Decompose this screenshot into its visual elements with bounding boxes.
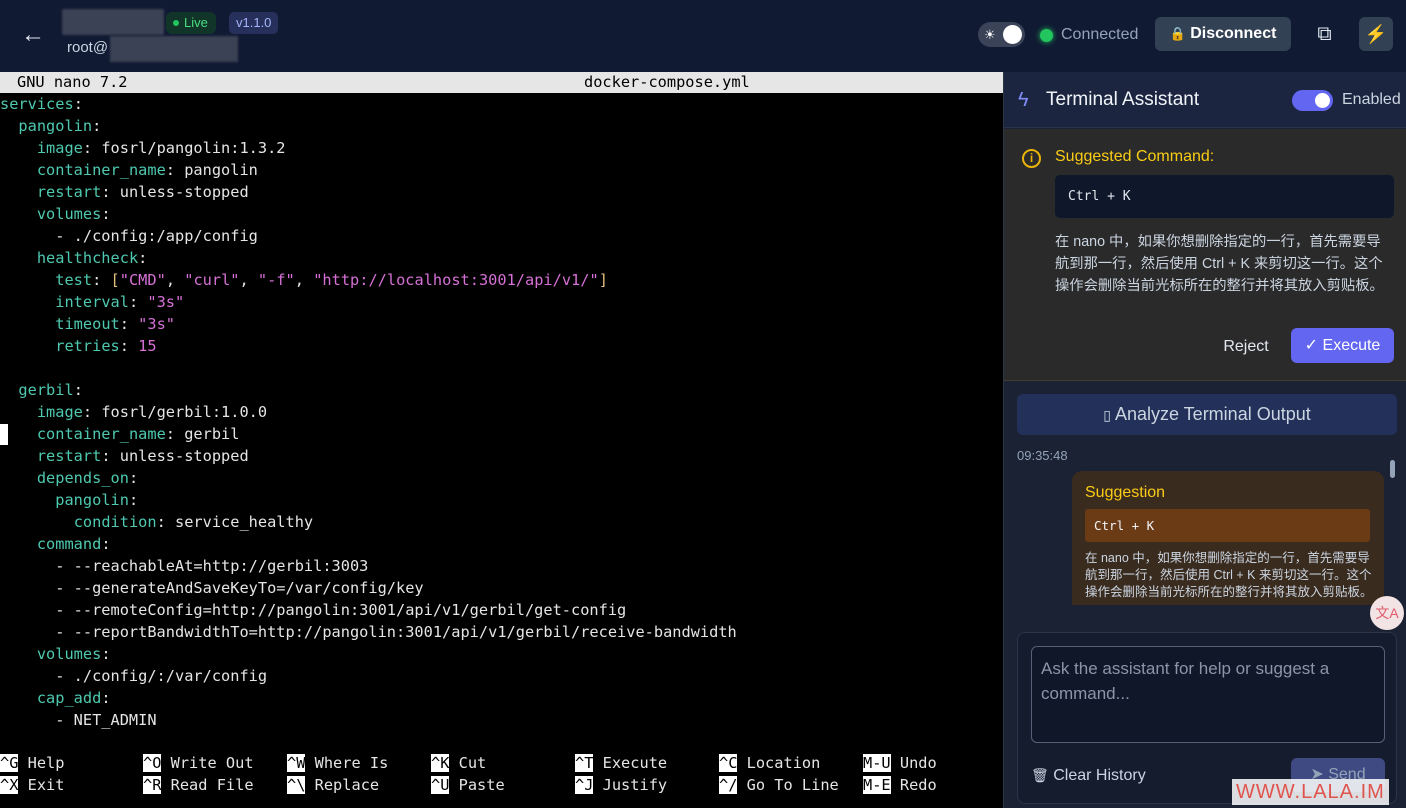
- suggestion-command: Ctrl + K: [1085, 509, 1370, 542]
- live-badge: Live: [166, 12, 216, 34]
- shortcut-paste: ^U Paste: [431, 776, 505, 794]
- execute-label: Execute: [1322, 337, 1381, 354]
- theme-toggle[interactable]: ☀: [978, 22, 1025, 47]
- shortcut-exit: ^X Exit: [0, 776, 65, 794]
- scrollbar[interactable]: [1390, 460, 1395, 478]
- shortcut-where-is: ^W Where Is: [287, 754, 389, 772]
- zap-icon[interactable]: ⚡: [1359, 17, 1393, 51]
- copy-icon[interactable]: ⧉: [1308, 18, 1341, 51]
- assistant-header: ϟ Terminal Assistant Enabled: [1004, 72, 1406, 128]
- check-icon: ✓: [1304, 337, 1319, 354]
- top-bar: ← Live v1.1.0 root@ ☀ Connected 🔒 Discon…: [0, 0, 1406, 72]
- disconnect-button[interactable]: 🔒 Disconnect: [1155, 17, 1291, 51]
- status-dot-icon: [1040, 29, 1053, 42]
- toggle-knob: [1315, 93, 1330, 108]
- shortcut-read-file: ^R Read File: [143, 776, 254, 794]
- reject-button[interactable]: Reject: [1220, 330, 1272, 363]
- disconnect-label: Disconnect: [1190, 25, 1277, 42]
- shortcut-write-out: ^O Write Out: [143, 754, 254, 772]
- message-timestamp: 09:35:48: [1017, 448, 1068, 463]
- shortcut-replace: ^\ Replace: [287, 776, 380, 794]
- suggestion-message: Suggestion Ctrl + K 在 nano 中，如果你想删除指定的一行…: [1072, 471, 1384, 605]
- shortcut-execute: ^T Execute: [575, 754, 668, 772]
- shortcut-help: ^G Help: [0, 754, 65, 772]
- analyze-terminal-output-button[interactable]: ▯ Analyze Terminal Output: [1017, 394, 1397, 435]
- shortcut-go-to-line: ^/ Go To Line: [719, 776, 839, 794]
- shortcut-redo: M-E Redo: [863, 776, 937, 794]
- text-cursor: [0, 424, 8, 445]
- connection-status: Connected: [1040, 24, 1138, 46]
- translate-icon[interactable]: 文A: [1370, 596, 1404, 630]
- shortcut-location: ^C Location: [719, 754, 821, 772]
- enabled-toggle[interactable]: [1292, 90, 1333, 111]
- file-content: services: pangolin: image: fosrl/pangoli…: [0, 95, 737, 729]
- nano-filename: docker-compose.yml: [584, 73, 750, 91]
- suggested-command: Ctrl + K: [1055, 175, 1394, 218]
- clear-history-button[interactable]: 🗑 Clear History: [1031, 761, 1146, 789]
- assistant-panel: ϟ Terminal Assistant Enabled i Suggested…: [1003, 72, 1406, 808]
- clear-history-label: Clear History: [1053, 767, 1146, 784]
- watermark: WWW.LALA.IM: [1232, 779, 1389, 805]
- analyze-label: Analyze Terminal Output: [1114, 404, 1311, 424]
- user-host-redacted: [110, 36, 238, 62]
- hostname-redacted: [62, 9, 164, 35]
- execute-button[interactable]: ✓ Execute: [1291, 328, 1394, 363]
- suggested-description: 在 nano 中，如果你想删除指定的一行，首先需要导航到那一行，然后使用 Ctr…: [1055, 234, 1384, 294]
- shortcut-justify: ^J Justify: [575, 776, 668, 794]
- sun-icon: ☀: [984, 27, 996, 42]
- back-arrow-icon[interactable]: ←: [20, 22, 46, 48]
- assistant-title: Terminal Assistant: [1046, 89, 1200, 110]
- enabled-label: Enabled: [1342, 91, 1401, 108]
- zap-icon: ϟ: [1018, 89, 1029, 111]
- user-prefix: root@: [67, 39, 109, 56]
- nano-header: GNU nano 7.2 docker-compose.yml: [0, 72, 1003, 93]
- nano-version: GNU nano 7.2: [17, 73, 128, 91]
- info-icon: i: [1022, 149, 1041, 168]
- version-badge: v1.1.0: [229, 12, 279, 34]
- lock-icon: 🔒: [1169, 26, 1186, 41]
- suggestion-description: 在 nano 中，如果你想删除指定的一行，首先需要导航到那一行，然后使用 Ctr…: [1085, 551, 1373, 599]
- shortcut-undo: M-U Undo: [863, 754, 937, 772]
- suggested-command-label: Suggested Command:: [1055, 148, 1215, 165]
- suggestion-title: Suggestion: [1085, 484, 1166, 501]
- assistant-input[interactable]: [1031, 646, 1385, 743]
- shortcut-cut: ^K Cut: [431, 754, 487, 772]
- terminal[interactable]: GNU nano 7.2 docker-compose.yml services…: [0, 72, 1003, 808]
- suggestion-card: i Suggested Command: Ctrl + K 在 nano 中，如…: [1004, 129, 1406, 381]
- connection-status-label: Connected: [1061, 26, 1139, 43]
- toggle-knob: [1003, 25, 1022, 44]
- trash-icon: 🗑: [1031, 767, 1049, 783]
- clipboard-icon: ▯: [1103, 407, 1111, 423]
